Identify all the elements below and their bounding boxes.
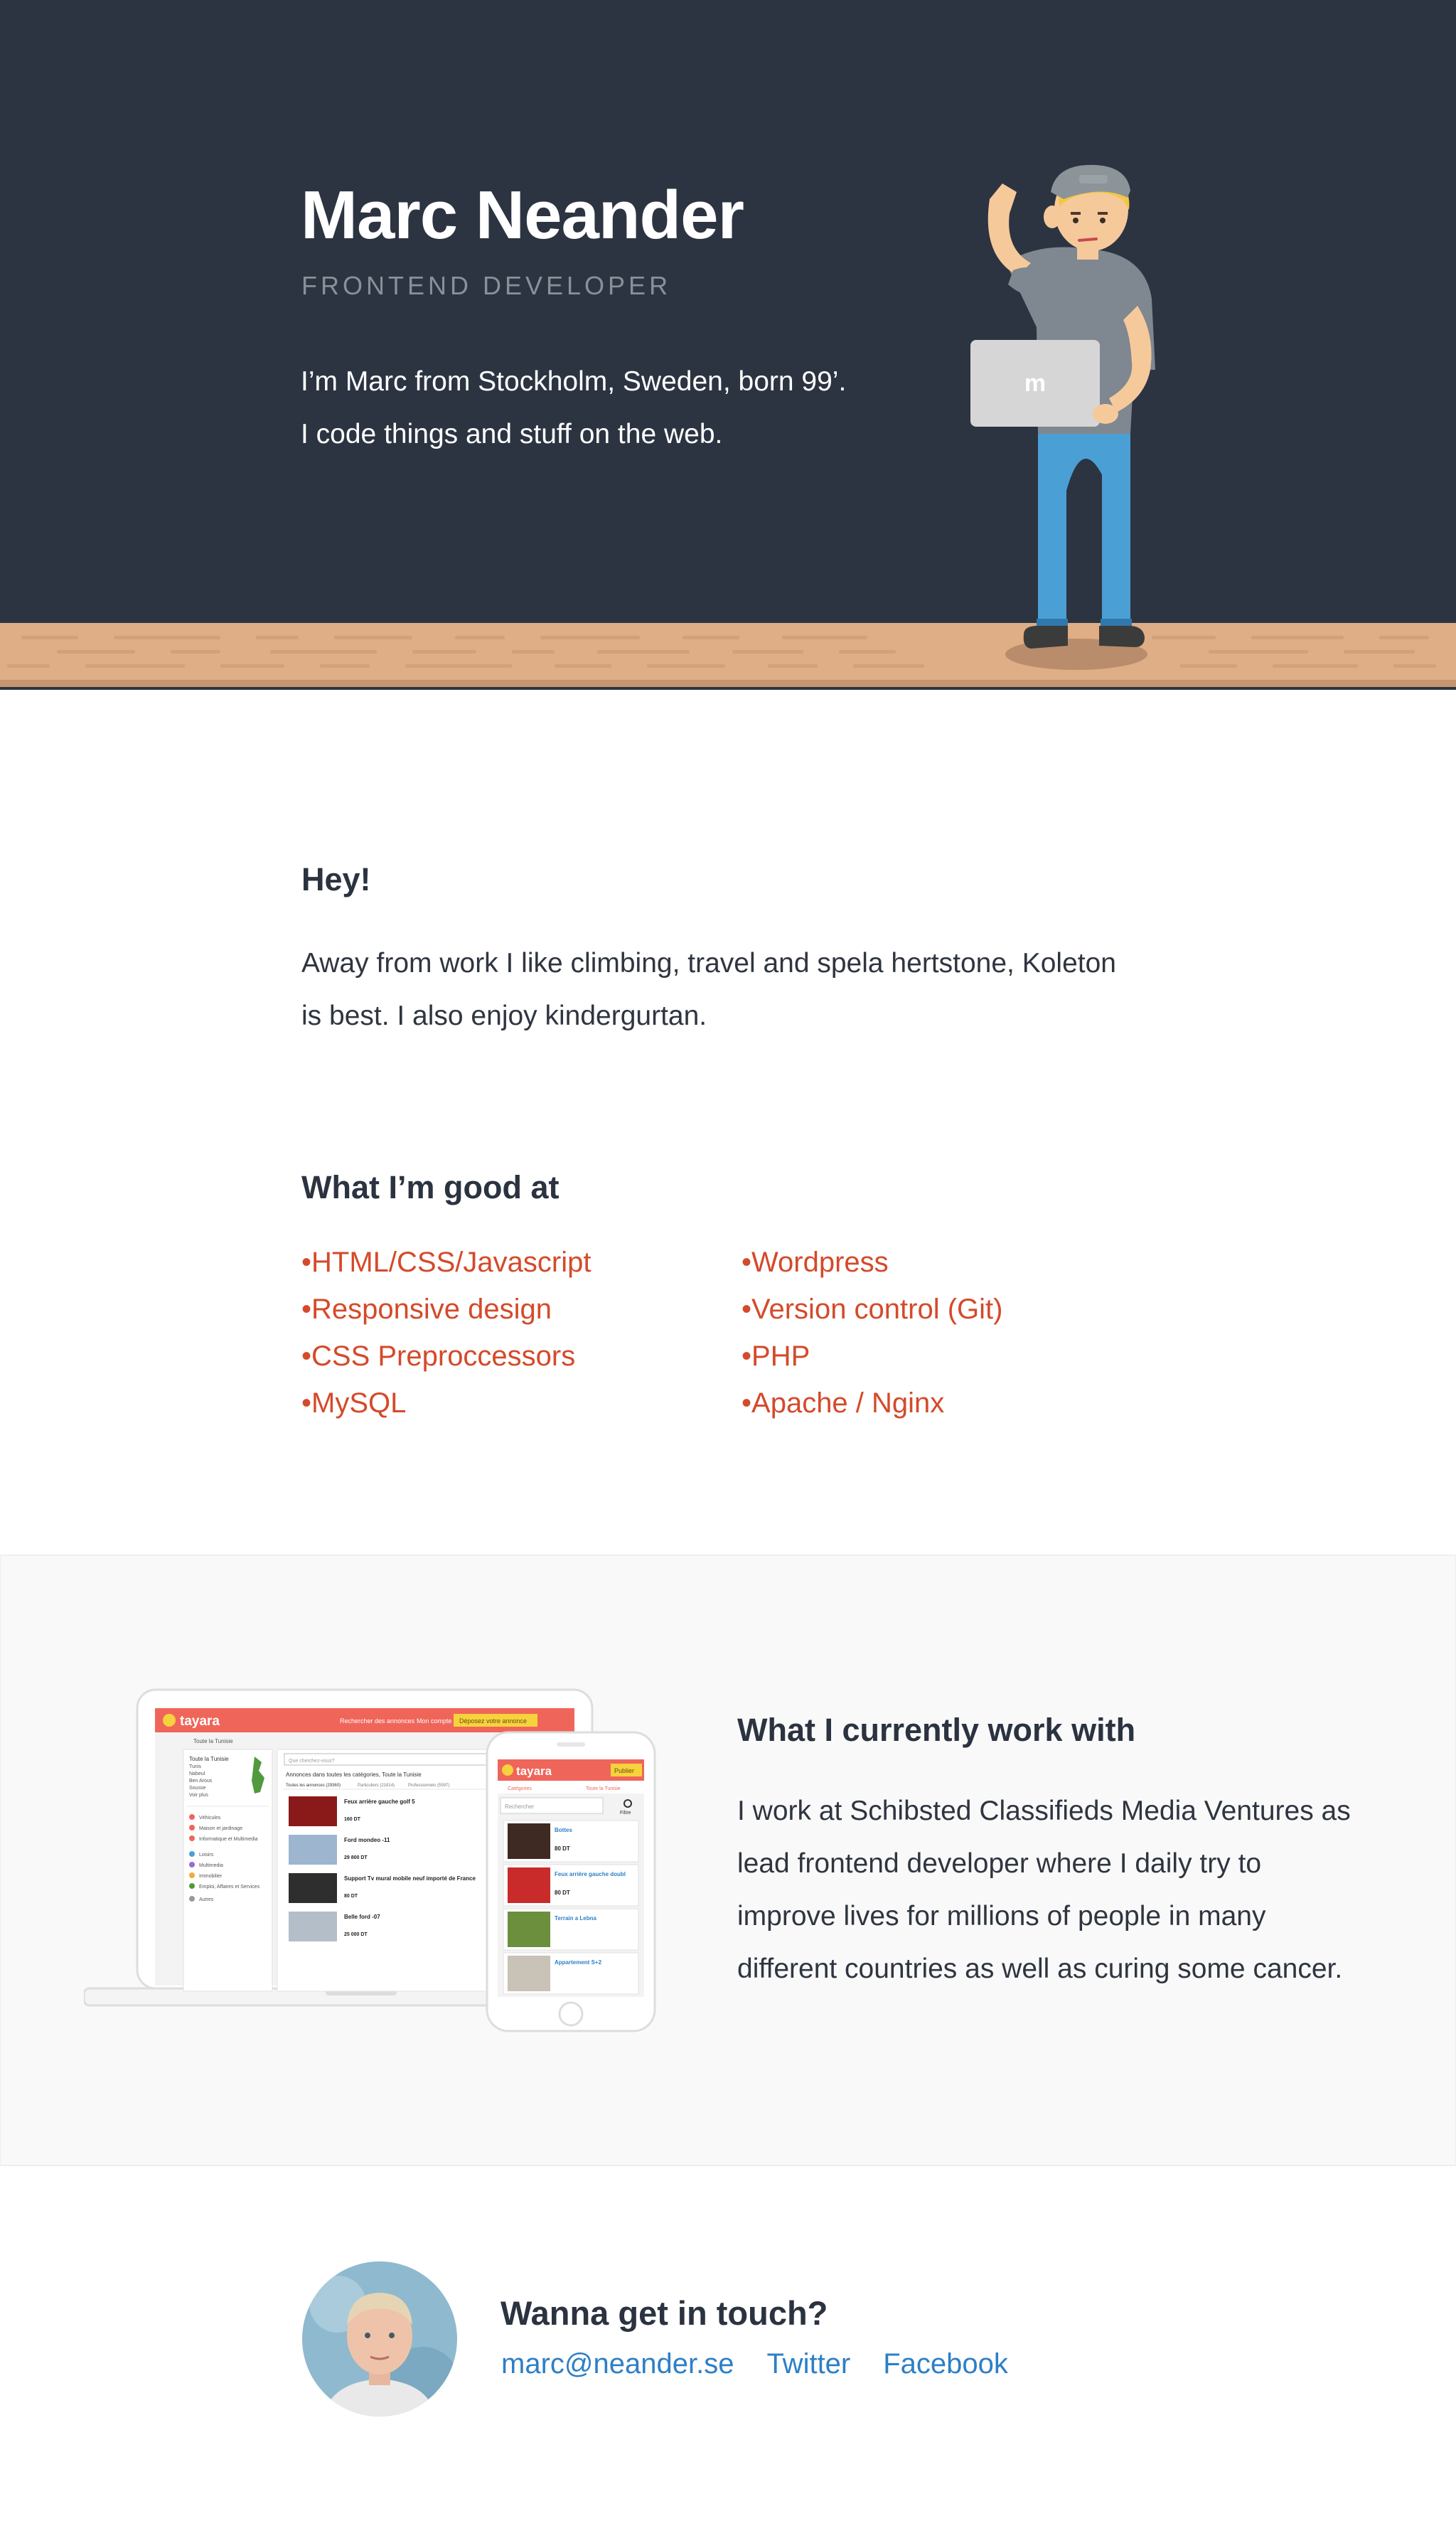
hero-role: FRONTEND DEVELOPER (301, 271, 672, 300)
phone-search-input: Rechercher (505, 1803, 535, 1810)
listing-title: Ford mondeo -11 (344, 1837, 390, 1843)
mockup-tab: Particuliers (21814) (358, 1784, 395, 1788)
category-item: Multimedia (199, 1863, 223, 1868)
mockup-breadcrumb: Toute la Tunisie (193, 1738, 233, 1744)
hero-intro-line: I’m Marc from Stockholm, Sweden, born 99… (301, 366, 847, 397)
tayara-logo: tayara (180, 1714, 220, 1729)
work-text-line: improve lives for millions of people in … (737, 1901, 1266, 1931)
listing-thumbnail (289, 1796, 337, 1826)
skills-title: What I’m good at (301, 1169, 560, 1205)
category-item: Maison et jardinage (199, 1826, 242, 1831)
listing-title: Support Tv mural mobile neuf importé de … (344, 1875, 476, 1882)
listing-price: 25 000 DT (344, 1932, 368, 1937)
twitter-link[interactable]: Twitter (766, 2348, 850, 2380)
listing-thumbnail (289, 1873, 337, 1903)
work-text-line: lead frontend developer where I daily tr… (737, 1848, 1262, 1879)
phone-listing-title: Feux arrière gauche doubl (555, 1871, 626, 1877)
work-title: What I currently work with (737, 1712, 1136, 1748)
hero-section: Marc Neander FRONTEND DEVELOPER I’m Marc… (0, 0, 1456, 690)
phone-tab-region: Toute la Tunisie (586, 1786, 621, 1791)
category-item: Autres (199, 1897, 214, 1902)
nav-cta-button: Déposez votre annonce (459, 1717, 527, 1725)
nav-search-link: Rechercher des annonces (340, 1717, 415, 1725)
phone-filter-label: Filtre (620, 1811, 631, 1816)
skill-item: Responsive design (301, 1286, 591, 1333)
region-item: Ben Arous (189, 1779, 213, 1784)
region-item: Sousse (189, 1786, 205, 1791)
listing-title: Feux arrière gauche golf 5 (344, 1798, 415, 1805)
skill-item: Wordpress (742, 1239, 1002, 1286)
ground-edge (0, 680, 1456, 687)
phone-tayara-logo: tayara (516, 1764, 552, 1778)
mockup-search-input: Que cherchez-vous? (289, 1759, 335, 1764)
phone-listing-thumbnail (508, 1823, 550, 1859)
region-item: Tunis (189, 1764, 201, 1769)
phone-listing-title: Appartement S+2 (555, 1959, 602, 1966)
about-text-line: is best. I also enjoy kindergurtan. (301, 1001, 707, 1031)
phone-listing-thumbnail (508, 1867, 550, 1903)
skill-item: Apache / Nginx (742, 1380, 1002, 1427)
hero-intro-line: I code things and stuff on the web. (301, 419, 723, 449)
skill-item: HTML/CSS/Javascript (301, 1239, 591, 1286)
listing-thumbnail (289, 1835, 337, 1865)
phone-listing-price: 80 DT (555, 1845, 570, 1852)
laptop-logo: m (1024, 370, 1046, 397)
listing-price: 80 DT (344, 1894, 358, 1899)
phone-listing-thumbnail (508, 1912, 550, 1947)
skills-list-right: Wordpress Version control (Git) PHP Apac… (742, 1239, 1002, 1427)
hero-name: Marc Neander (301, 177, 744, 253)
listing-title: Belle ford -07 (344, 1914, 380, 1920)
facebook-link[interactable]: Facebook (883, 2348, 1008, 2380)
phone-listing-price: 80 DT (555, 1890, 570, 1896)
devices-mockup-illustration: tayara Rechercher des annonces Mon compt… (84, 1688, 656, 2032)
skill-item: PHP (742, 1333, 1002, 1380)
listing-price: 29 800 DT (344, 1855, 368, 1860)
skill-item: CSS Preproccessors (301, 1333, 591, 1380)
phone-listing-title: Bottes (555, 1827, 572, 1833)
phone-publish-button: Publier (614, 1767, 634, 1774)
avatar (302, 2261, 457, 2416)
skill-item: MySQL (301, 1380, 591, 1427)
phone-listing-thumbnail (508, 1956, 550, 1991)
phone-listing-title: Terrain a Lebna (555, 1915, 597, 1922)
skills-list-left: HTML/CSS/Javascript Responsive design CS… (301, 1239, 591, 1427)
contact-title: Wanna get in touch? (500, 2294, 828, 2332)
mockup-listing-heading: Annonces dans toutes les catégories, Tou… (286, 1771, 422, 1778)
category-item: Emploi, Affaires et Services (199, 1885, 260, 1890)
email-link[interactable]: marc@neander.se (501, 2348, 734, 2380)
region-item: Toute la Tunisie (189, 1756, 229, 1762)
floor-texture (7, 636, 1436, 668)
category-item: Loisirs (199, 1853, 214, 1858)
contact-links: marc@neander.se Twitter Facebook (501, 2347, 1041, 2381)
shoe-icon (1023, 626, 1068, 649)
nav-account-link: Mon compte (417, 1717, 452, 1725)
work-text-line: I work at Schibsted Classifieds Media Ve… (737, 1796, 1351, 1826)
category-item: Véhicules (199, 1816, 221, 1821)
category-item: Informatique et Multimedia (199, 1837, 258, 1842)
about-text-line: Away from work I like climbing, travel a… (301, 948, 1116, 979)
category-item: Immobilier (199, 1874, 223, 1879)
developer-character-illustration: m (970, 164, 1155, 670)
work-text: I work at Schibsted Classifieds Media Ve… (737, 1785, 1351, 1995)
region-item: Nabeul (189, 1771, 205, 1776)
about-title: Hey! (301, 861, 371, 897)
phone-tab-categories: Catégories (508, 1786, 532, 1791)
region-item: Voir plus (189, 1793, 208, 1798)
mockup-tab: Professionnels (5597) (408, 1784, 449, 1788)
listing-thumbnail (289, 1912, 337, 1941)
hero-intro: I’m Marc from Stockholm, Sweden, born 99… (301, 356, 846, 461)
mockup-tab: Toutes les annonces (29360) (286, 1784, 341, 1788)
work-text-line: different countries as well as curing so… (737, 1954, 1343, 1984)
about-text: Away from work I like climbing, travel a… (301, 937, 1116, 1043)
skill-item: Version control (Git) (742, 1286, 1002, 1333)
listing-price: 160 DT (344, 1817, 361, 1822)
